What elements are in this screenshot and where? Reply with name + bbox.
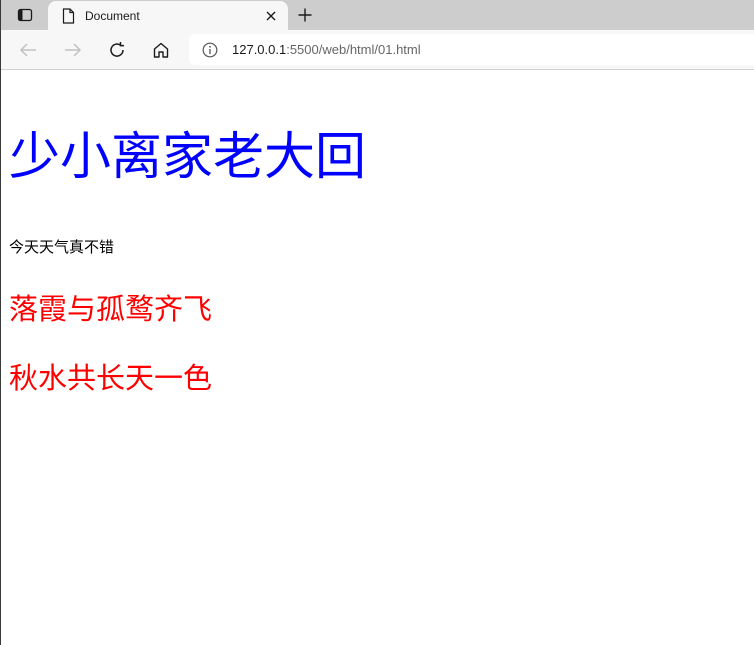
url-path: :5500/web/html/01.html [286,42,421,57]
address-bar[interactable]: 127.0.0.1:5500/web/html/01.html [189,34,754,65]
browser-toolbar: 127.0.0.1:5500/web/html/01.html [0,30,754,70]
forward-button[interactable] [61,38,85,62]
url-host: 127.0.0.1 [232,42,287,57]
home-icon [153,42,169,58]
document-icon [59,7,77,25]
close-icon [266,11,276,20]
refresh-button[interactable] [105,38,129,62]
browser-tab[interactable]: Document [48,1,288,30]
tab-actions-button[interactable] [10,4,40,26]
plus-icon [298,8,312,22]
refresh-icon [110,42,124,57]
window-left-border [0,0,1,645]
tab-title: Document [85,8,140,23]
page-paragraph: 今天天气真不错 [9,238,115,256]
tab-bar: Document [0,0,754,30]
tab-actions-icon [17,8,33,22]
back-arrow-icon [19,43,36,57]
red-line-2: 秋水共长天一色 [9,361,213,395]
forward-arrow-icon [65,43,82,57]
back-button[interactable] [16,38,40,62]
info-icon[interactable] [202,42,218,58]
red-line-1: 落霞与孤鹜齐飞 [9,292,213,326]
home-button[interactable] [149,38,173,62]
page-content: 少小离家老大回 今天天气真不错 落霞与孤鹜齐飞 秋水共长天一色 [9,70,754,645]
new-tab-button[interactable] [294,4,316,26]
page-heading: 少小离家老大回 [9,128,367,187]
url-text: 127.0.0.1:5500/web/html/01.html [232,42,421,57]
close-tab-button[interactable] [260,5,282,27]
